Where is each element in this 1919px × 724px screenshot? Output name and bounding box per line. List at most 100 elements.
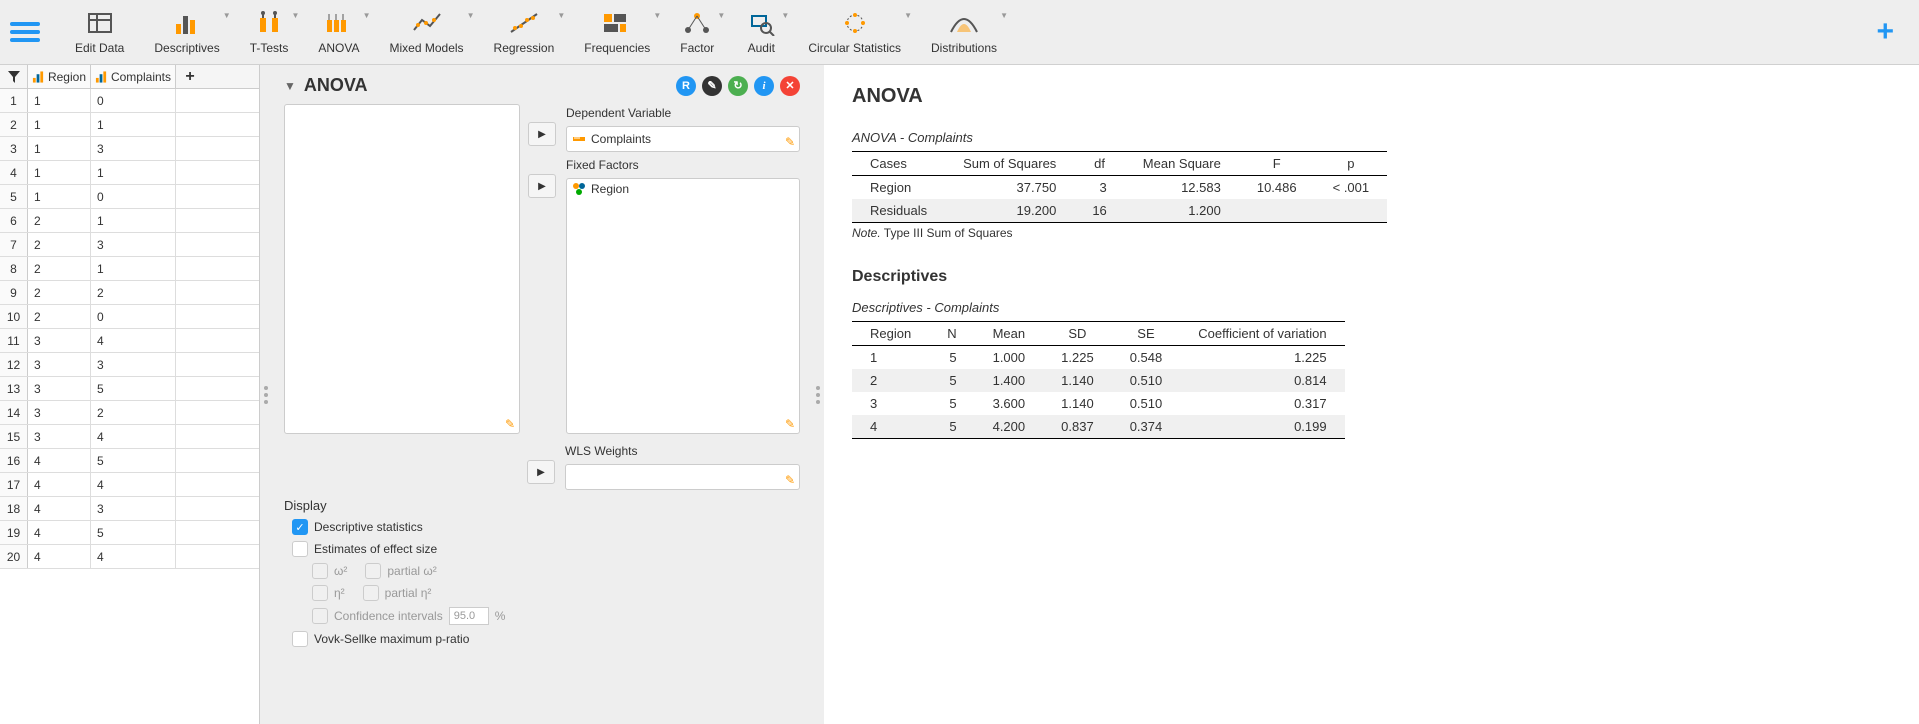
data-row[interactable]: 1134	[0, 329, 259, 353]
cell-complaints[interactable]: 4	[91, 329, 176, 352]
column-header-region[interactable]: Region	[28, 65, 91, 88]
cb-effect-size[interactable]: Estimates of effect size	[284, 541, 800, 557]
data-row[interactable]: 313	[0, 137, 259, 161]
data-row[interactable]: 621	[0, 209, 259, 233]
move-to-factors-button[interactable]: ▶	[528, 174, 556, 198]
cell-complaints[interactable]: 3	[91, 497, 176, 520]
toolbar-mixed-models[interactable]: Mixed Models▼	[375, 9, 479, 55]
wls-field[interactable]: ✎	[565, 464, 800, 490]
data-row[interactable]: 1744	[0, 473, 259, 497]
data-row[interactable]: 1945	[0, 521, 259, 545]
wls-label: WLS Weights	[565, 444, 800, 458]
cell-complaints[interactable]: 0	[91, 89, 176, 112]
cell-region[interactable]: 4	[28, 473, 91, 496]
cell-region[interactable]: 2	[28, 281, 91, 304]
data-row[interactable]: 211	[0, 113, 259, 137]
data-row[interactable]: 2044	[0, 545, 259, 569]
filter-button[interactable]	[0, 65, 28, 88]
cell-complaints[interactable]: 1	[91, 257, 176, 280]
add-column-button[interactable]: +	[176, 65, 204, 88]
data-row[interactable]: 821	[0, 257, 259, 281]
cell-complaints[interactable]: 2	[91, 401, 176, 424]
cell-complaints[interactable]: 4	[91, 425, 176, 448]
data-row[interactable]: 411	[0, 161, 259, 185]
data-row[interactable]: 723	[0, 233, 259, 257]
cell-region[interactable]: 1	[28, 137, 91, 160]
toolbar-factor[interactable]: Factor▼	[665, 9, 729, 55]
cell-complaints[interactable]: 5	[91, 377, 176, 400]
cell-complaints[interactable]: 2	[91, 281, 176, 304]
toolbar-t-tests[interactable]: T-Tests▼	[235, 9, 304, 55]
cell-region[interactable]: 3	[28, 353, 91, 376]
column-header-complaints[interactable]: Complaints	[91, 65, 176, 88]
refresh-button[interactable]: ↻	[728, 76, 748, 96]
info-button[interactable]: i	[754, 76, 774, 96]
data-row[interactable]: 922	[0, 281, 259, 305]
r-code-button[interactable]: R	[676, 76, 696, 96]
depvar-field[interactable]: Complaints ✎	[566, 126, 800, 152]
data-row[interactable]: 1233	[0, 353, 259, 377]
toolbar-descriptives[interactable]: Descriptives▼	[139, 9, 234, 55]
cell-complaints[interactable]: 3	[91, 233, 176, 256]
cell-region[interactable]: 2	[28, 209, 91, 232]
data-row[interactable]: 1534	[0, 425, 259, 449]
factors-field[interactable]: Region ✎	[566, 178, 800, 434]
add-module-button[interactable]: +	[1861, 15, 1909, 49]
hamburger-menu[interactable]	[10, 22, 40, 42]
cell-complaints[interactable]: 4	[91, 473, 176, 496]
cell-region[interactable]: 1	[28, 185, 91, 208]
chevron-down-icon: ▼	[653, 11, 661, 20]
cell-complaints[interactable]: 1	[91, 209, 176, 232]
cell-region[interactable]: 4	[28, 545, 91, 568]
data-row[interactable]: 1020	[0, 305, 259, 329]
toolbar-edit-data[interactable]: Edit Data	[60, 9, 139, 55]
cb-descriptive[interactable]: ✓ Descriptive statistics	[284, 519, 800, 535]
cell-region[interactable]: 4	[28, 449, 91, 472]
toolbar-anova[interactable]: ANOVA▼	[303, 9, 374, 55]
data-row[interactable]: 1843	[0, 497, 259, 521]
cell-region[interactable]: 2	[28, 233, 91, 256]
toolbar-audit[interactable]: Audit▼	[729, 9, 793, 55]
cell-complaints[interactable]: 1	[91, 161, 176, 184]
toolbar-icon	[947, 9, 981, 37]
splitter-right[interactable]	[812, 65, 824, 724]
toolbar-distributions[interactable]: Distributions▼	[916, 9, 1012, 55]
data-row[interactable]: 1335	[0, 377, 259, 401]
move-to-wls-button[interactable]: ▶	[527, 460, 555, 484]
move-to-depvar-button[interactable]: ▶	[528, 122, 556, 146]
cell-region[interactable]: 3	[28, 329, 91, 352]
variable-list[interactable]: ✎	[284, 104, 520, 434]
cell-region[interactable]: 1	[28, 89, 91, 112]
edit-button[interactable]: ✎	[702, 76, 722, 96]
cell-region[interactable]: 4	[28, 521, 91, 544]
row-number: 7	[0, 233, 28, 256]
toolbar-regression[interactable]: Regression▼	[479, 9, 570, 55]
cell-region[interactable]: 3	[28, 425, 91, 448]
cell-complaints[interactable]: 5	[91, 449, 176, 472]
cell-region[interactable]: 1	[28, 113, 91, 136]
cb-vovk[interactable]: Vovk-Sellke maximum p-ratio	[284, 631, 800, 647]
cell-complaints[interactable]: 0	[91, 305, 176, 328]
data-row[interactable]: 1432	[0, 401, 259, 425]
toolbar-frequencies[interactable]: Frequencies▼	[569, 9, 665, 55]
cell-complaints[interactable]: 3	[91, 353, 176, 376]
data-row[interactable]: 110	[0, 89, 259, 113]
close-button[interactable]: ✕	[780, 76, 800, 96]
cell-region[interactable]: 2	[28, 305, 91, 328]
cell-region[interactable]: 1	[28, 161, 91, 184]
splitter-left[interactable]	[260, 65, 272, 724]
cell-region[interactable]: 3	[28, 401, 91, 424]
cell-complaints[interactable]: 4	[91, 545, 176, 568]
cell-complaints[interactable]: 1	[91, 113, 176, 136]
cell-complaints[interactable]: 5	[91, 521, 176, 544]
collapse-icon[interactable]: ▼	[284, 79, 296, 93]
table-cell: 0.317	[1180, 392, 1344, 415]
data-row[interactable]: 510	[0, 185, 259, 209]
cell-region[interactable]: 3	[28, 377, 91, 400]
cell-region[interactable]: 2	[28, 257, 91, 280]
cell-complaints[interactable]: 0	[91, 185, 176, 208]
cell-complaints[interactable]: 3	[91, 137, 176, 160]
toolbar-circular-statistics[interactable]: Circular Statistics▼	[793, 9, 916, 55]
cell-region[interactable]: 4	[28, 497, 91, 520]
data-row[interactable]: 1645	[0, 449, 259, 473]
